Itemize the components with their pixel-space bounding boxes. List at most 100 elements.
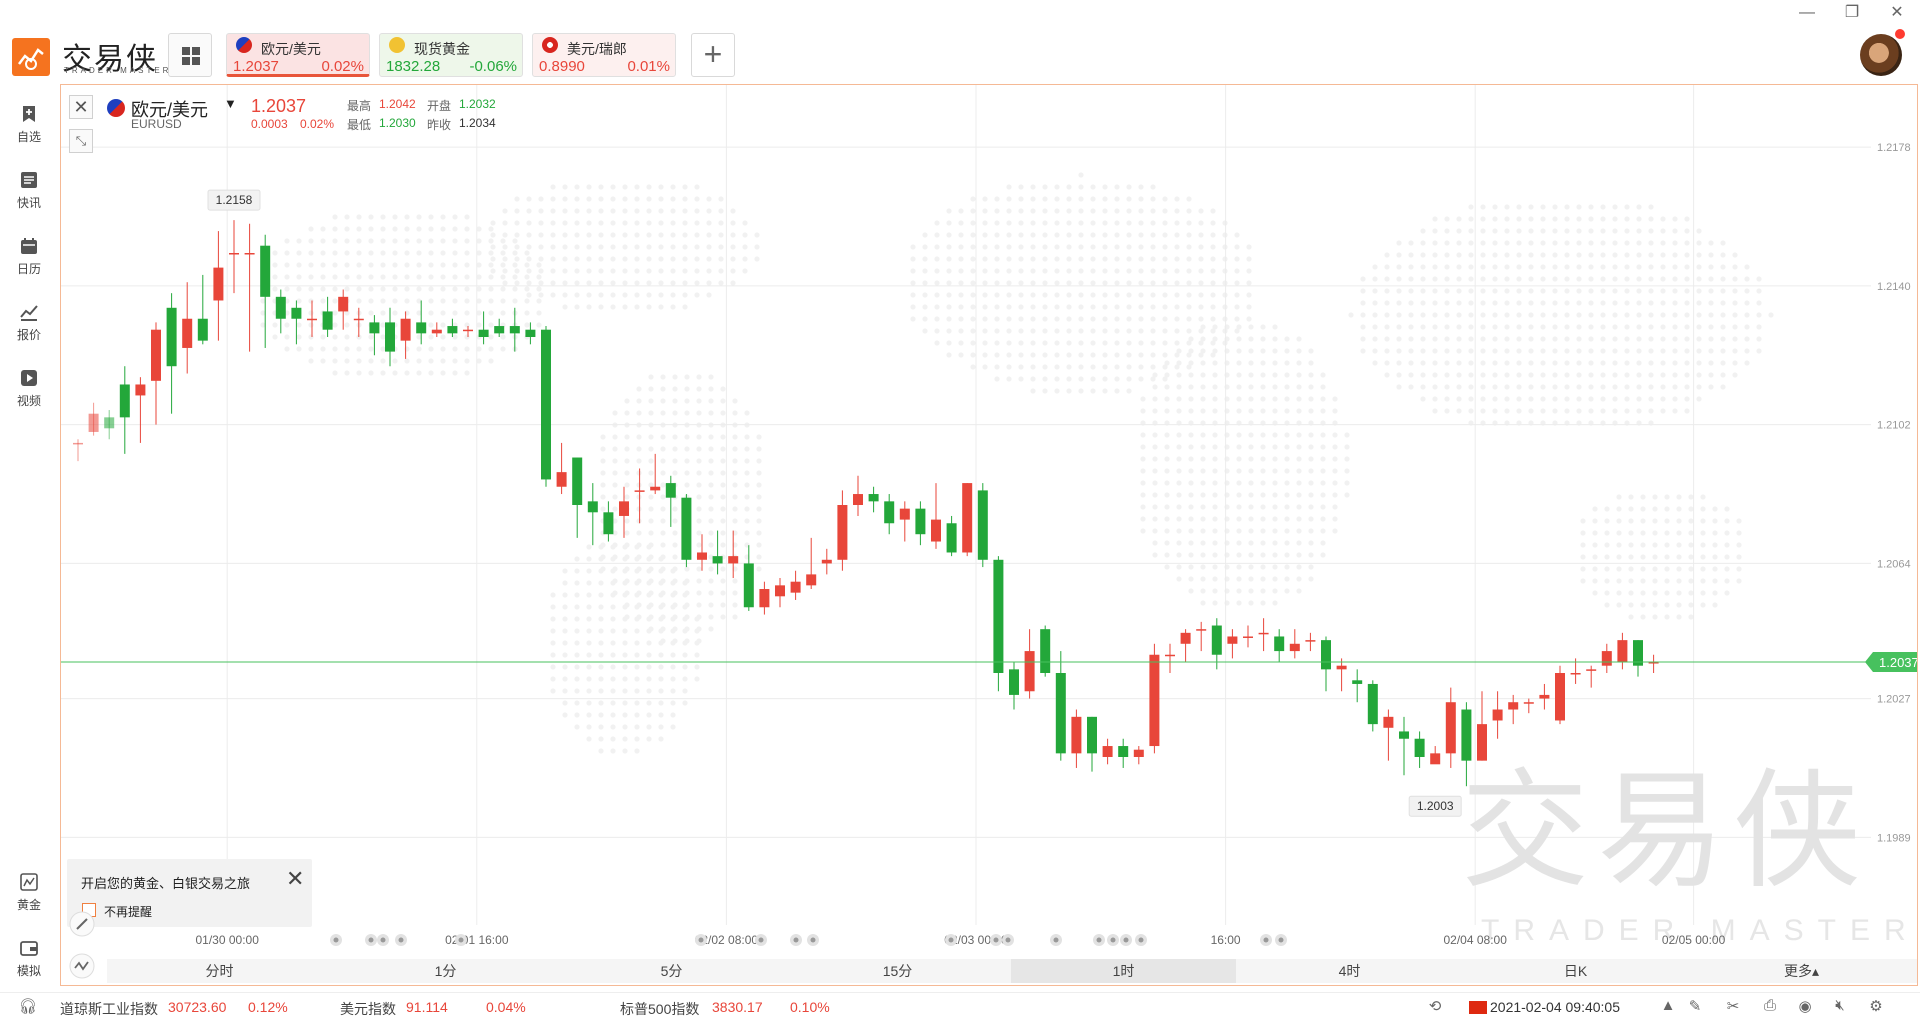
- candle-body[interactable]: [1477, 724, 1487, 761]
- candle-body[interactable]: [665, 483, 676, 498]
- candle-body[interactable]: [1165, 654, 1175, 657]
- candle-body[interactable]: [1258, 632, 1269, 635]
- candle-body[interactable]: [1352, 680, 1363, 684]
- candle-body[interactable]: [73, 442, 83, 445]
- candle-body[interactable]: [307, 318, 317, 321]
- candle-body[interactable]: [1227, 636, 1238, 644]
- candle-body[interactable]: [197, 318, 208, 341]
- restore-button[interactable]: ❐: [1838, 2, 1866, 24]
- candle-body[interactable]: [244, 253, 255, 255]
- tab-more[interactable]: 更多▴: [1689, 959, 1914, 983]
- candle-body[interactable]: [478, 329, 489, 337]
- candle-body[interactable]: [166, 307, 177, 367]
- candle-body[interactable]: [369, 322, 380, 334]
- quote-card-eurusd[interactable]: 欧元/美元 1.2037 0.02%: [226, 33, 370, 77]
- candle-body[interactable]: [1055, 673, 1066, 754]
- candle-body[interactable]: [572, 457, 583, 505]
- candle-body[interactable]: [385, 322, 395, 352]
- candle-body[interactable]: [587, 501, 598, 513]
- candle-body[interactable]: [1024, 651, 1035, 692]
- candle-body[interactable]: [353, 318, 364, 321]
- candlestick-chart[interactable]: 交易侠 TRADER MASTER 1.21781.21401.21021.20…: [61, 85, 1917, 959]
- candle-body[interactable]: [806, 574, 817, 586]
- candle-body[interactable]: [1133, 749, 1144, 757]
- tab-1min[interactable]: 1分: [333, 959, 558, 983]
- candle-body[interactable]: [1523, 702, 1534, 704]
- tools-icon[interactable]: ✂: [1723, 997, 1743, 1017]
- pen-tool-icon[interactable]: [69, 911, 95, 937]
- sidebar-item-quotes[interactable]: 报价: [0, 294, 58, 348]
- quote-card-gold[interactable]: 现货黄金 1832.28 -0.06%: [379, 33, 523, 77]
- candle-body[interactable]: [494, 326, 505, 334]
- settings-icon[interactable]: ⚙: [1866, 997, 1886, 1017]
- candle-body[interactable]: [525, 329, 536, 337]
- candle-body[interactable]: [1040, 629, 1051, 673]
- candle-body[interactable]: [541, 329, 551, 480]
- candle-body[interactable]: [899, 508, 910, 520]
- candle-body[interactable]: [1289, 643, 1300, 652]
- candle-body[interactable]: [431, 329, 442, 334]
- sidebar-item-video[interactable]: 视频: [0, 360, 58, 414]
- candle-body[interactable]: [681, 497, 692, 560]
- candle-body[interactable]: [1321, 640, 1331, 670]
- candle-body[interactable]: [213, 267, 224, 301]
- candle-body[interactable]: [1102, 746, 1113, 757]
- candle-body[interactable]: [603, 512, 614, 535]
- candle-body[interactable]: [182, 318, 193, 348]
- candle-body[interactable]: [556, 472, 567, 487]
- candle-body[interactable]: [946, 523, 957, 553]
- candle-body[interactable]: [1087, 716, 1097, 754]
- headset-icon[interactable]: 🎧︎: [18, 997, 38, 1017]
- candle-body[interactable]: [463, 329, 473, 332]
- candle-body[interactable]: [1274, 636, 1285, 652]
- candle-body[interactable]: [1071, 716, 1082, 754]
- candle-body[interactable]: [743, 563, 754, 608]
- symbol-dropdown-icon[interactable]: ▼: [224, 96, 237, 111]
- candle-body[interactable]: [275, 296, 286, 319]
- candle-body[interactable]: [884, 501, 895, 524]
- add-quote-button[interactable]: +: [691, 33, 735, 77]
- tab-15min[interactable]: 15分: [785, 959, 1010, 983]
- candle-body[interactable]: [1180, 632, 1191, 644]
- candle-body[interactable]: [447, 326, 458, 334]
- candle-body[interactable]: [1336, 665, 1347, 670]
- candle-body[interactable]: [322, 311, 333, 330]
- close-chart-button[interactable]: ✕: [69, 95, 93, 119]
- chart-panel[interactable]: 交易侠 TRADER MASTER 1.2178 1.2140 1.2102 1.20…: [60, 84, 1918, 986]
- minimize-button[interactable]: —: [1793, 2, 1821, 24]
- network-icon[interactable]: ⟲: [1425, 997, 1445, 1017]
- candle-body[interactable]: [1118, 746, 1129, 757]
- layout-grid-button[interactable]: [168, 33, 212, 77]
- candle-body[interactable]: [728, 556, 739, 564]
- candle-body[interactable]: [712, 556, 723, 564]
- candle-body[interactable]: [853, 494, 863, 505]
- candle-body[interactable]: [88, 413, 99, 432]
- avatar[interactable]: [1860, 34, 1902, 76]
- candle-body[interactable]: [1570, 673, 1581, 675]
- candle-body[interactable]: [1445, 702, 1456, 754]
- candle-body[interactable]: [229, 253, 239, 255]
- sidebar-item-simulate[interactable]: 模拟: [0, 930, 58, 984]
- candle-body[interactable]: [1414, 738, 1425, 757]
- tab-4hour[interactable]: 4时: [1237, 959, 1462, 983]
- candle-body[interactable]: [135, 384, 146, 396]
- sidebar-item-calendar[interactable]: 日历: [0, 228, 58, 282]
- quote-card-usdchf[interactable]: 美元/瑞郎 0.8990 0.01%: [532, 33, 676, 77]
- candle-body[interactable]: [119, 384, 130, 418]
- sidebar-item-gold[interactable]: 黄金: [0, 864, 58, 918]
- candle-body[interactable]: [619, 501, 629, 516]
- candle-body[interactable]: [868, 494, 879, 502]
- candle-body[interactable]: [1149, 654, 1160, 747]
- candle-body[interactable]: [1009, 669, 1019, 695]
- notice-close-icon[interactable]: ✕: [286, 868, 304, 890]
- candle-body[interactable]: [338, 296, 349, 312]
- candle-body[interactable]: [1305, 640, 1316, 642]
- candle-body[interactable]: [931, 519, 941, 542]
- camera-icon[interactable]: ◉: [1795, 997, 1815, 1017]
- candle-body[interactable]: [650, 486, 661, 491]
- candle-body[interactable]: [993, 559, 1004, 673]
- candle-body[interactable]: [509, 326, 520, 334]
- candle-body[interactable]: [915, 508, 926, 535]
- candle-body[interactable]: [1508, 702, 1519, 710]
- candle-body[interactable]: [821, 559, 832, 564]
